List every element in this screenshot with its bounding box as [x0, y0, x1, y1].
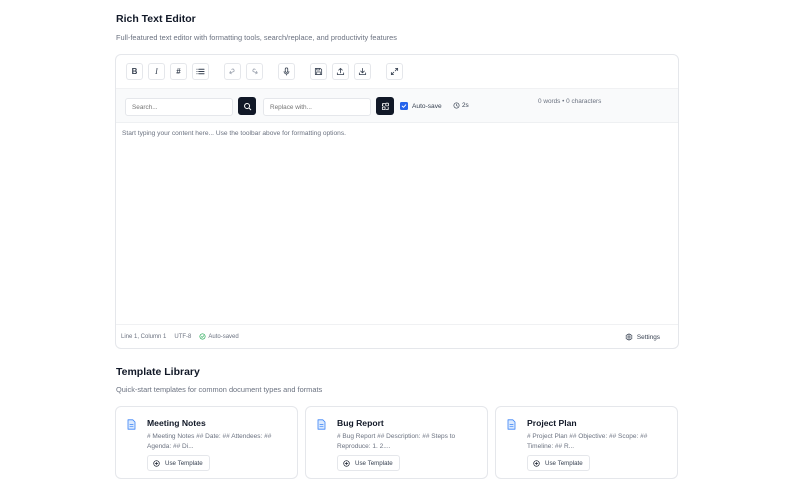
template-title: Project Plan [527, 418, 577, 428]
heading-button[interactable]: # [170, 63, 187, 80]
check-icon [401, 104, 407, 108]
word-character-count: 0 words • 0 characters [538, 98, 602, 105]
template-title: Bug Report [337, 418, 384, 428]
template-preview: # Bug Report ## Description: ## Steps to… [337, 433, 456, 450]
upload-icon [336, 67, 345, 76]
voice-button[interactable] [278, 63, 295, 80]
fullscreen-button[interactable] [386, 63, 403, 80]
save-status-label: Auto-saved [208, 333, 239, 340]
use-template-button[interactable]: Use Template [147, 455, 210, 471]
gear-icon [625, 333, 633, 341]
use-template-label: Use Template [545, 459, 583, 467]
redo-button[interactable] [246, 63, 263, 80]
document-icon [317, 419, 326, 430]
autosave-interval-value: 2s [462, 102, 469, 109]
bold-button[interactable]: B [126, 63, 143, 80]
download-button[interactable] [354, 63, 371, 80]
microphone-icon [283, 67, 290, 76]
save-button[interactable] [310, 63, 327, 80]
template-preview: # Meeting Notes ## Date: ## Attendees: #… [147, 433, 272, 450]
hash-icon: # [176, 67, 181, 76]
replace-input[interactable] [263, 98, 371, 116]
template-preview: # Project Plan ## Objective: ## Scope: #… [527, 433, 648, 450]
search-icon [243, 102, 251, 110]
replace-icon [381, 102, 389, 110]
redo-icon [252, 68, 258, 75]
settings-label: Settings [636, 333, 660, 341]
template-title: Meeting Notes [147, 418, 206, 428]
save-icon [314, 67, 323, 76]
editor-toolbar: B I # [116, 55, 678, 88]
settings-button[interactable]: Settings [625, 333, 668, 341]
bold-icon: B [131, 67, 138, 76]
italic-button[interactable]: I [148, 63, 165, 80]
save-status: Auto-saved [199, 333, 246, 340]
editor-section-title: Rich Text Editor [116, 13, 196, 25]
undo-button[interactable] [224, 63, 241, 80]
upload-button[interactable] [332, 63, 349, 80]
search-replace-bar: Auto-save 2s 0 words • 0 characters [116, 88, 678, 123]
templates-section-title: Template Library [116, 366, 200, 378]
autosave-toggle[interactable]: Auto-save [400, 102, 442, 110]
clock-icon [453, 102, 460, 109]
autosave-interval: 2s [453, 102, 469, 109]
use-template-button[interactable]: Use Template [337, 455, 400, 471]
list-icon [196, 68, 205, 75]
download-icon [358, 67, 367, 76]
template-card-bug-report[interactable]: Bug Report # Bug Report ## Description: … [305, 406, 488, 479]
document-icon [507, 419, 516, 430]
use-template-button[interactable]: Use Template [527, 455, 590, 471]
document-icon [127, 419, 136, 430]
list-button[interactable] [192, 63, 209, 80]
templates-section-subtitle: Quick-start templates for common documen… [116, 385, 323, 394]
rich-text-editor: B I # Search... Replace with... Auto-sav… [115, 54, 679, 349]
content-textarea[interactable]: Start typing your content here... Use th… [116, 123, 678, 325]
italic-icon: I [155, 67, 158, 76]
use-template-label: Use Template [355, 459, 393, 467]
plus-circle-icon [343, 459, 350, 467]
replace-button[interactable] [376, 97, 394, 115]
encoding-label: UTF-8 [174, 333, 192, 340]
editor-statusbar: Line 1, Column 1 UTF-8 Auto-saved Settin… [116, 324, 678, 348]
autosave-checkbox[interactable] [400, 102, 408, 110]
cursor-position: Line 1, Column 1 [121, 333, 167, 340]
check-circle-icon [199, 333, 206, 340]
template-card-project-plan[interactable]: Project Plan # Project Plan ## Objective… [495, 406, 678, 479]
expand-icon [390, 67, 399, 76]
search-input[interactable] [125, 98, 233, 116]
use-template-label: Use Template [165, 459, 203, 467]
template-card-meeting-notes[interactable]: Meeting Notes # Meeting Notes ## Date: #… [115, 406, 298, 479]
autosave-label: Auto-save [412, 102, 442, 110]
editor-section-subtitle: Full-featured text editor with formattin… [116, 33, 397, 42]
plus-circle-icon [153, 459, 160, 467]
plus-circle-icon [533, 459, 540, 467]
search-button[interactable] [238, 97, 256, 115]
undo-icon [229, 68, 235, 75]
